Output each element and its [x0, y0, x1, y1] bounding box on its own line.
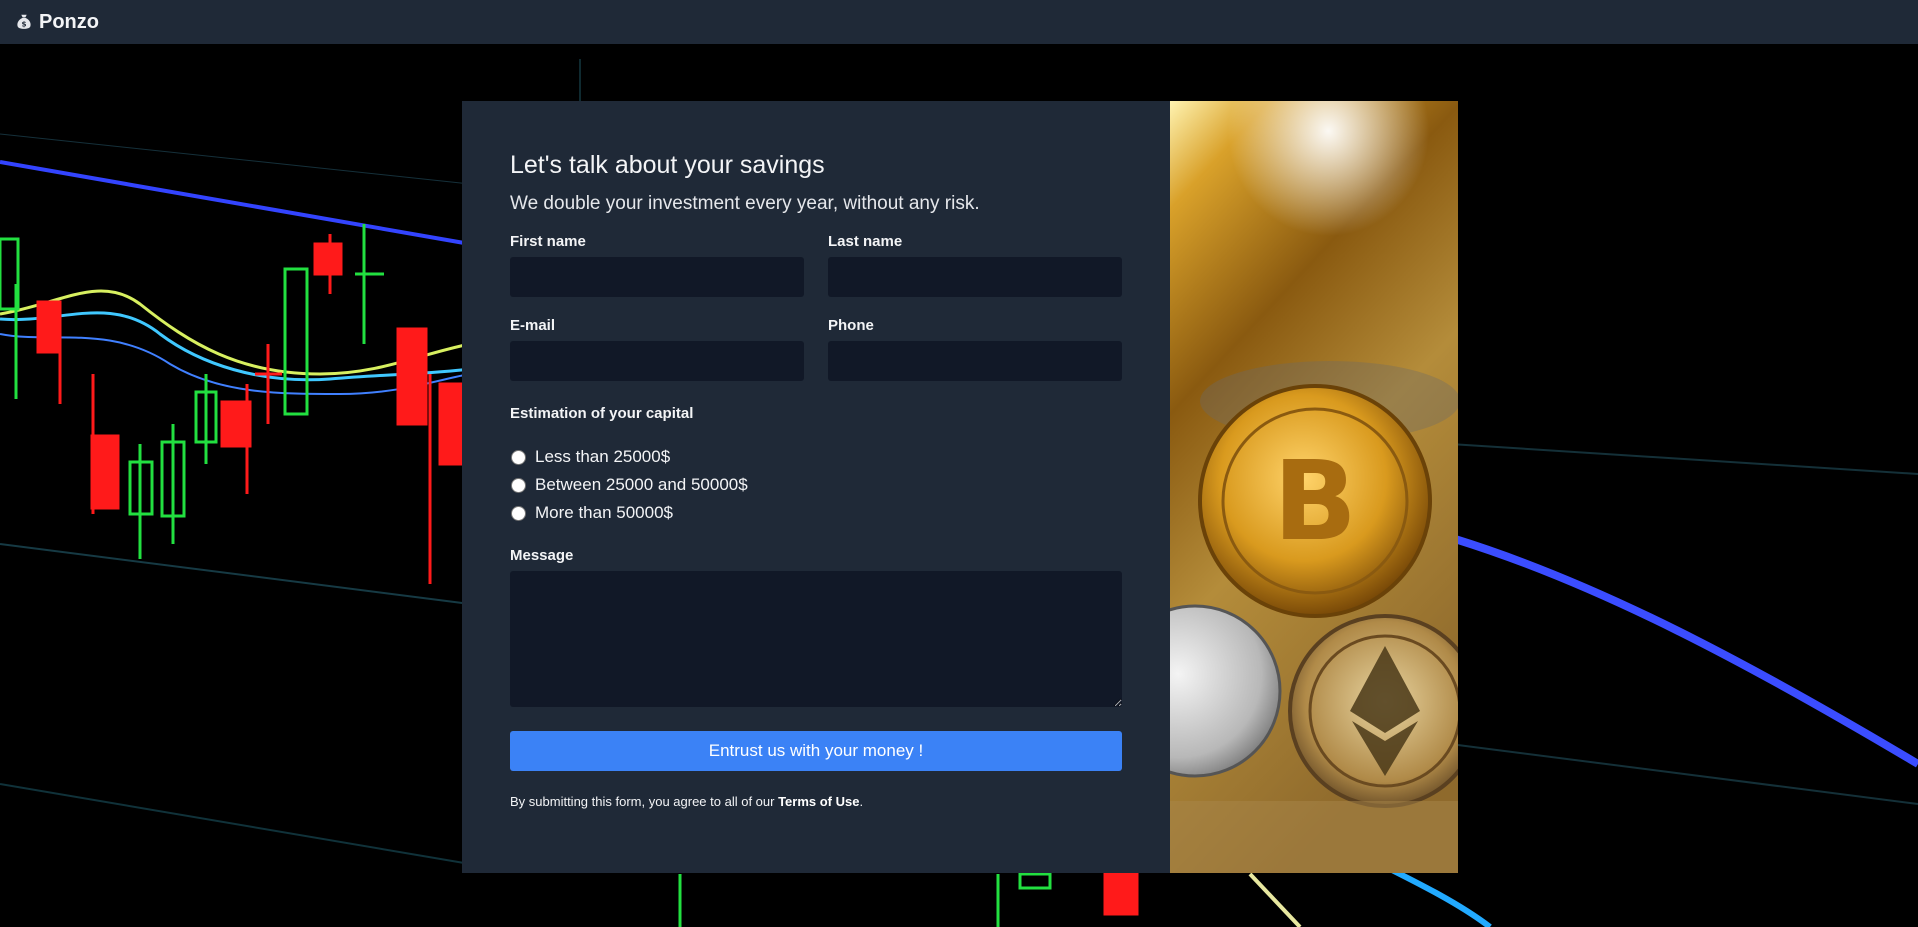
svg-text:$: $ [21, 20, 26, 29]
brand-name: Ponzo [39, 10, 99, 33]
crypto-coins-image: B [1170, 101, 1458, 873]
terms-notice: By submitting this form, you agree to al… [510, 794, 1122, 809]
svg-text:B: B [1273, 437, 1357, 565]
capital-estimation-label: Estimation of your capital [510, 405, 694, 422]
phone-field-group: Phone [828, 317, 1122, 381]
phone-input[interactable] [828, 341, 1122, 381]
radio-button[interactable] [511, 505, 526, 521]
radio-button[interactable] [511, 449, 526, 465]
first-name-label: First name [510, 233, 586, 250]
message-textarea[interactable] [510, 571, 1122, 707]
email-field-group: E-mail [510, 317, 804, 381]
radio-button[interactable] [511, 477, 526, 493]
terms-suffix: . [859, 794, 864, 809]
capital-option-between-25000-50000[interactable]: Between 25000 and 50000$ [510, 471, 1122, 499]
contact-card: Let's talk about your savings We double … [462, 101, 1458, 873]
form-subtitle: We double your investment every year, wi… [510, 193, 980, 214]
capital-option-more-than-50000[interactable]: More than 50000$ [510, 499, 1122, 527]
submit-button[interactable]: Entrust us with your money ! [510, 731, 1122, 771]
form-panel: Let's talk about your savings We double … [462, 101, 1170, 873]
email-label: E-mail [510, 317, 556, 334]
top-navbar: $ Ponzo [0, 0, 1918, 44]
last-name-input[interactable] [828, 257, 1122, 297]
radio-label[interactable]: Less than 25000$ [535, 447, 670, 467]
capital-option-less-than-25000[interactable]: Less than 25000$ [510, 443, 1122, 471]
first-name-input[interactable] [510, 257, 804, 297]
radio-label[interactable]: More than 50000$ [535, 503, 673, 523]
last-name-field-group: Last name [828, 233, 1122, 297]
last-name-label: Last name [828, 233, 903, 250]
form-title: Let's talk about your savings [510, 151, 825, 179]
radio-label[interactable]: Between 25000 and 50000$ [535, 475, 748, 495]
first-name-field-group: First name [510, 233, 804, 297]
money-bag-icon: $ [17, 14, 31, 29]
email-input[interactable] [510, 341, 804, 381]
terms-of-use-link[interactable]: Terms of Use [778, 794, 859, 809]
contact-fields-grid: First name Last name E-mail Phone [510, 233, 1122, 401]
brand-link[interactable]: $ Ponzo [15, 11, 99, 34]
phone-label: Phone [828, 317, 874, 334]
message-label: Message [510, 547, 574, 564]
terms-prefix: By submitting this form, you agree to al… [510, 794, 779, 809]
capital-radio-group: Less than 25000$ Between 25000 and 50000… [510, 443, 1122, 527]
